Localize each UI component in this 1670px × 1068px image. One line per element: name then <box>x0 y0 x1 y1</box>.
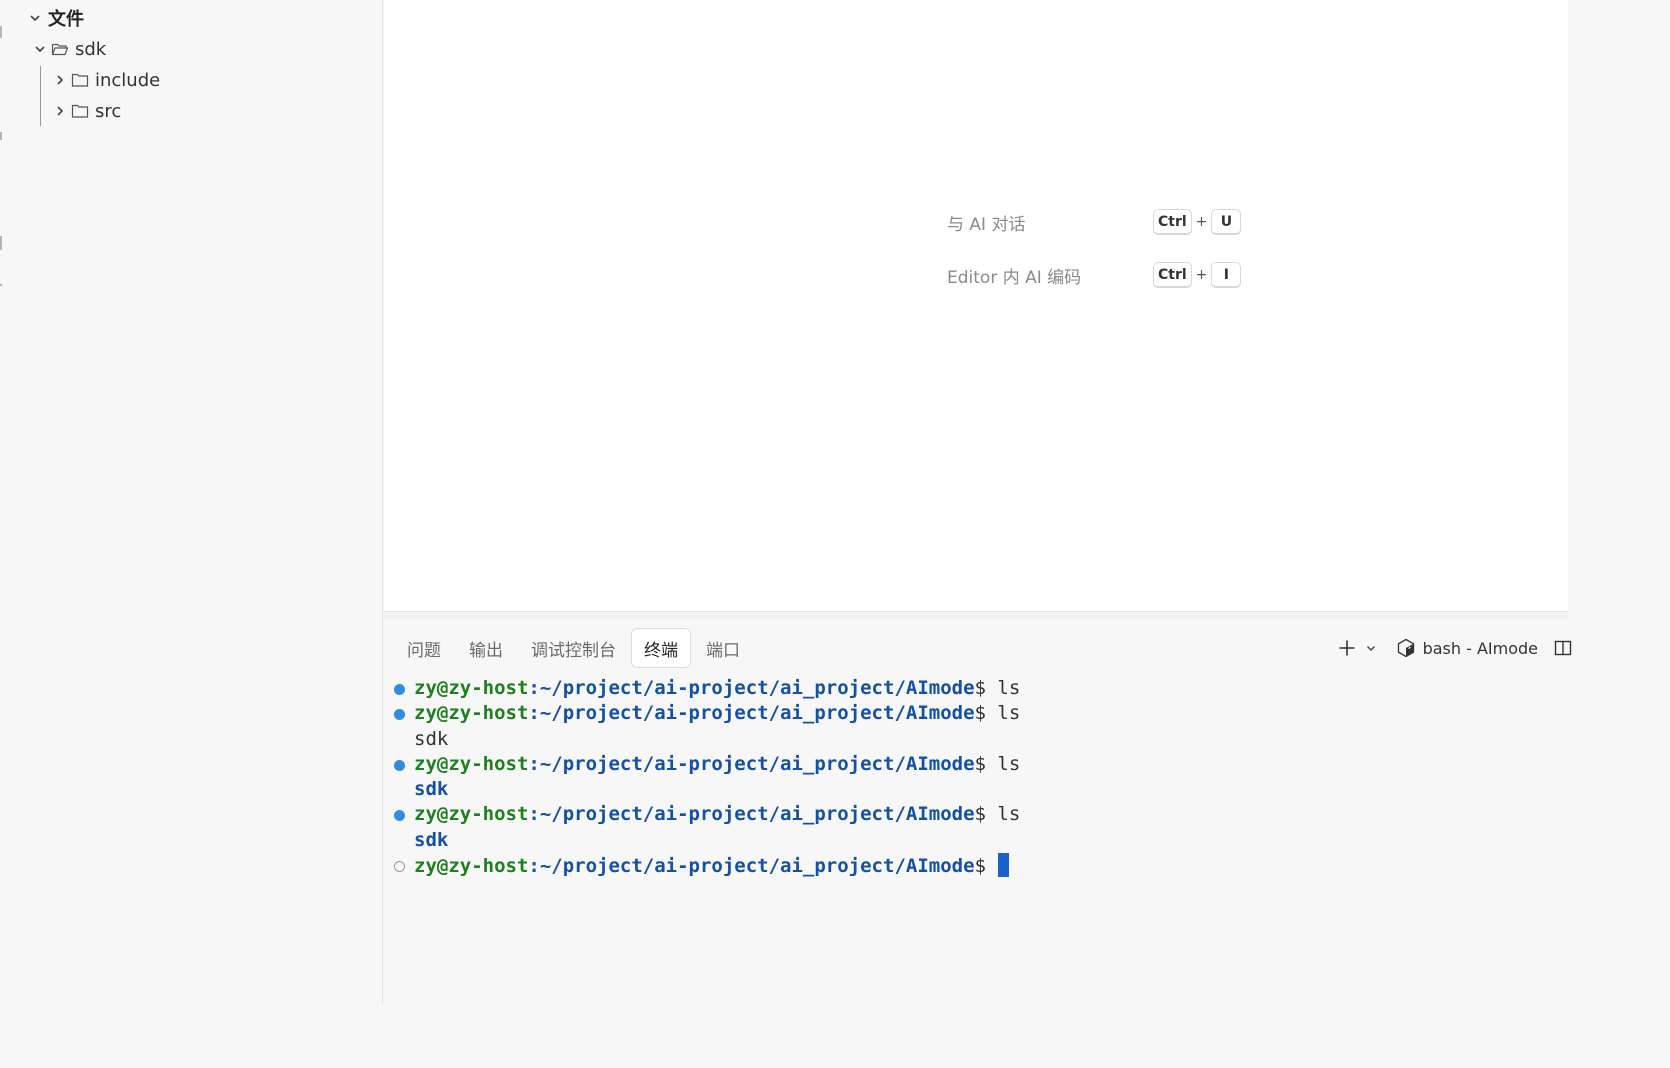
explorer-sidebar: 文件 sdk include src <box>0 0 383 1004</box>
command-pending-dot-icon[interactable] <box>394 861 405 873</box>
tree-item-sdk[interactable]: sdk <box>33 35 106 63</box>
prompt-sign: $ <box>974 702 998 725</box>
panel-resize-sash[interactable] <box>384 611 1568 619</box>
terminal-prompt-line: zy@zy-host:~/project/ai-project/ai_proje… <box>394 676 1564 701</box>
shortcut-ai-chat: 与 AI 对话 Ctrl + U <box>947 207 1242 237</box>
panel-tab-bar: 问题 输出 调试控制台 终端 端口 <box>394 628 755 668</box>
prompt-user: zy@zy-host <box>414 803 529 826</box>
prompt-sign: $ <box>974 752 998 775</box>
chevron-right-icon <box>57 75 64 85</box>
shortcut-label: 与 AI 对话 <box>947 214 1026 235</box>
prompt-user: zy@zy-host <box>414 702 529 725</box>
command-status-dot-icon[interactable] <box>394 684 405 695</box>
prompt-path: :~/project/ai-project/ai_project/AImode <box>528 855 975 878</box>
key-cap: I <box>1211 262 1242 288</box>
key-cap: Ctrl <box>1153 209 1192 235</box>
terminal-prompt-line: zy@zy-host:~/project/ai-project/ai_proje… <box>394 853 1564 878</box>
shortcut-keys: Ctrl + I <box>1153 262 1242 288</box>
prompt-sign: $ <box>974 677 998 699</box>
tree-item-label: include <box>95 69 161 91</box>
prompt-path: :~/project/ai-project/ai_project/AImode <box>528 702 975 725</box>
key-plus: + <box>1195 214 1208 230</box>
command-text: ls <box>997 803 1021 826</box>
terminal-prompt-line: zy@zy-host:~/project/ai-project/ai_proje… <box>394 752 1564 777</box>
prompt-sign: $ <box>974 803 998 826</box>
activity-edge-mark <box>0 26 2 38</box>
new-terminal-button[interactable] <box>1336 637 1358 659</box>
activity-edge-mark <box>0 132 2 140</box>
tab-ports[interactable]: 端口 <box>693 628 753 668</box>
shortcut-ai-inline-edit: Editor 内 AI 编码 Ctrl + I <box>947 260 1242 290</box>
tree-item-label: src <box>95 100 122 122</box>
output-text: sdk <box>414 828 449 851</box>
tab-problems[interactable]: 问题 <box>394 628 454 668</box>
chevron-down-icon[interactable] <box>1364 641 1378 655</box>
prompt-user: zy@zy-host <box>414 752 529 775</box>
tab-terminal[interactable]: 终端 <box>631 628 691 668</box>
prompt-user: zy@zy-host <box>414 677 529 699</box>
command-text: ls <box>997 677 1021 699</box>
panel-actions: bash - AImode <box>1336 628 1572 668</box>
shortcut-keys: Ctrl + U <box>1153 209 1242 235</box>
terminal-instance-label[interactable]: bash - AImode <box>1423 639 1538 658</box>
command-status-dot-icon[interactable] <box>394 759 405 771</box>
terminal-output-line: sdk <box>394 727 1564 752</box>
terminal-output-line: sdk <box>394 828 1564 853</box>
key-cap: U <box>1211 209 1242 235</box>
key-plus: + <box>1195 267 1208 283</box>
tree-indent-guide <box>40 66 41 126</box>
split-terminal-icon[interactable] <box>1554 639 1572 657</box>
prompt-path: :~/project/ai-project/ai_project/AImode <box>528 677 975 699</box>
command-status-dot-icon[interactable] <box>394 709 405 721</box>
chevron-down-icon <box>30 15 40 22</box>
command-text: ls <box>997 752 1021 775</box>
prompt-user: zy@zy-host <box>414 855 529 878</box>
editor-empty-area[interactable]: 与 AI 对话 Ctrl + U Editor 内 AI 编码 Ctrl + I <box>384 0 1568 611</box>
terminal-output[interactable]: zy@zy-host:~/project/ai-project/ai_proje… <box>394 676 1564 878</box>
explorer-root-label: 文件 <box>48 9 84 30</box>
prompt-path: :~/project/ai-project/ai_project/AImode <box>528 803 975 826</box>
tree-item-include[interactable]: include <box>53 66 160 94</box>
folder-open-icon <box>51 43 69 56</box>
shortcut-label: Editor 内 AI 编码 <box>947 267 1082 288</box>
bottom-panel: 问题 输出 调试控制台 终端 端口 bash - AImode zy@zy-ho… <box>384 619 1572 1004</box>
prompt-sign: $ <box>974 855 998 878</box>
plus-icon <box>1339 640 1355 656</box>
terminal-prompt-line: zy@zy-host:~/project/ai-project/ai_proje… <box>394 802 1564 827</box>
key-cap: Ctrl <box>1153 262 1192 288</box>
command-text: ls <box>997 702 1021 725</box>
folder-icon <box>71 73 89 87</box>
prompt-path: :~/project/ai-project/ai_project/AImode <box>528 752 975 775</box>
folder-icon <box>71 104 89 118</box>
explorer-root[interactable]: 文件 <box>28 4 84 32</box>
terminal-prompt-line: zy@zy-host:~/project/ai-project/ai_proje… <box>394 701 1564 726</box>
output-text: sdk <box>414 778 449 801</box>
tab-debug-console[interactable]: 调试控制台 <box>518 628 629 668</box>
terminal-cursor <box>998 853 1010 878</box>
chevron-right-icon <box>57 106 64 116</box>
activity-edge-mark <box>0 236 2 250</box>
chevron-down-icon <box>35 46 45 53</box>
terminal-output-line: sdk <box>394 777 1564 802</box>
activity-edge-mark <box>0 284 2 286</box>
tree-item-src[interactable]: src <box>53 97 121 125</box>
ide-window: 文件 sdk include src 与 AI 对话 Ctrl + U Edit… <box>0 0 1572 1004</box>
tree-item-label: sdk <box>75 38 107 60</box>
tab-output[interactable]: 输出 <box>456 628 516 668</box>
command-status-dot-icon[interactable] <box>394 810 405 822</box>
output-text: sdk <box>414 727 449 750</box>
bash-icon <box>1397 638 1414 658</box>
